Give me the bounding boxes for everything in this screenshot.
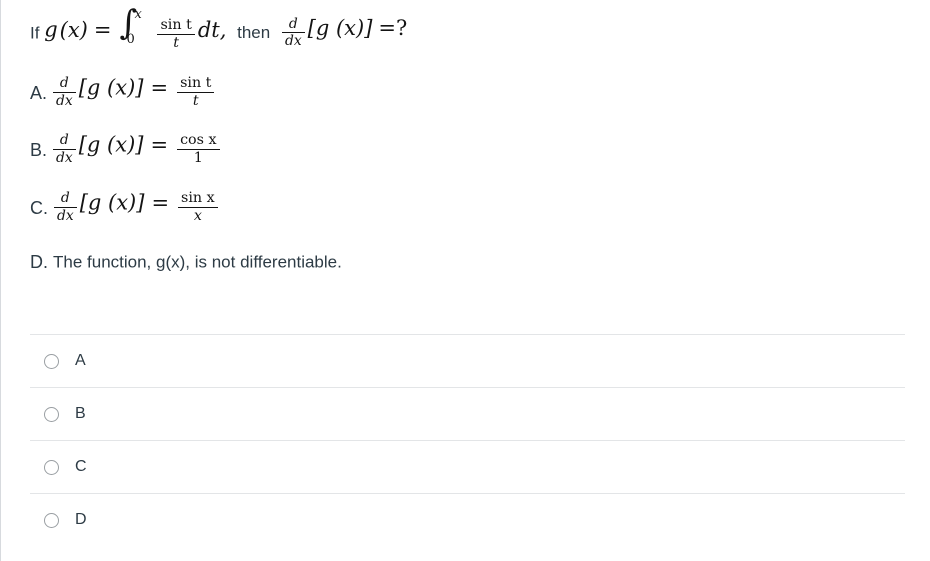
option-c-result-denominator: x (193, 208, 202, 225)
option-c-bracketed-function: [g (x)] (79, 190, 145, 215)
option-b-derivative-denominator: dx (56, 150, 73, 167)
option-c-derivative-operator: d dx (54, 191, 77, 223)
option-b-result-fraction: cos x1 (177, 132, 220, 167)
integral-lower-limit: 0 (126, 32, 135, 47)
differential: dt, (197, 17, 227, 42)
derivative-operator: d dx (281, 17, 305, 50)
option-b-bracketed-function: [g (x)] (78, 132, 144, 157)
option-b-equals: = (150, 132, 169, 157)
then-word: then (237, 23, 271, 43)
option-c: C. d dx [g (x)] = sin xx (30, 190, 220, 225)
integral-symbol: ∫ x 0 (119, 6, 145, 48)
option-a-result-fraction: sin tt (177, 75, 215, 110)
option-a-derivative-operator: d dx (53, 76, 76, 108)
option-c-result-fraction: sin xx (178, 190, 218, 225)
option-c-derivative-denominator: dx (57, 208, 74, 225)
option-c-letter: C. (30, 197, 48, 218)
derivative-denominator: dx (284, 33, 302, 50)
integrand-numerator: sin t (157, 17, 195, 36)
integral-upper-limit: x (134, 7, 142, 22)
radio-button-c[interactable] (44, 459, 59, 475)
answer-label-a: A (75, 352, 86, 369)
answer-row-c[interactable]: C (30, 440, 905, 493)
integrand-denominator: t (173, 35, 180, 52)
option-a-derivative-denominator: dx (56, 93, 73, 110)
option-b-math: d dx [g (x)] = cos x1 (52, 132, 222, 167)
function-argument: (x) (59, 17, 88, 42)
option-c-result-numerator: sin x (178, 190, 218, 209)
option-c-derivative-numerator: d (54, 191, 77, 209)
option-b: B. d dx [g (x)] = cos x1 (30, 132, 222, 167)
integrand-fraction: sin tt (157, 17, 195, 52)
answer-row-b[interactable]: B (30, 387, 905, 440)
option-b-derivative-numerator: d (53, 133, 76, 151)
answer-row-d[interactable]: D (30, 493, 905, 546)
answer-label-c: C (75, 458, 87, 475)
answer-row-a[interactable]: A (30, 334, 905, 387)
option-d: D. The function, g(x), is not differentia… (30, 253, 342, 271)
question-math-expression: g(x) = ∫ x 0 sin t t dt, (44, 6, 227, 52)
answer-label-b: B (75, 405, 86, 422)
function-name: g (44, 17, 58, 42)
option-b-letter: B. (30, 139, 48, 160)
question-prefix: If (30, 23, 40, 43)
option-a-derivative-numerator: d (53, 76, 76, 94)
option-d-text: The function, g(x), is not differentiabl… (53, 252, 342, 272)
equals-sign: = (93, 17, 112, 42)
radio-button-b[interactable] (44, 406, 59, 422)
question-derivative-expression: d dx [g (x)] =? (281, 17, 407, 49)
option-b-result-denominator: 1 (193, 150, 203, 167)
option-a: A. d dx [g (x)] = sin tt (30, 75, 216, 110)
radio-button-d[interactable] (44, 512, 59, 528)
option-c-math: d dx [g (x)] = sin xx (53, 190, 220, 225)
option-a-equals: = (150, 75, 169, 100)
option-a-result-denominator: t (192, 93, 199, 110)
answer-label-d: D (75, 511, 87, 528)
option-b-result-numerator: cos x (177, 132, 220, 151)
quiz-question-panel: If g(x) = ∫ x 0 sin t t dt, then d dx [g (x)] =? A… (0, 0, 930, 561)
question-stem: If g(x) = ∫ x 0 sin t t dt, then d dx [g (x)] =? (30, 6, 407, 52)
radio-button-a[interactable] (44, 353, 59, 369)
option-b-derivative-operator: d dx (53, 133, 76, 165)
option-a-letter: A. (30, 82, 48, 103)
option-a-math: d dx [g (x)] = sin tt (52, 75, 216, 110)
option-c-equals: = (151, 190, 170, 215)
derivative-numerator: d (281, 17, 305, 34)
question-tail: =? (378, 15, 408, 40)
option-a-result-numerator: sin t (177, 75, 215, 94)
option-a-bracketed-function: [g (x)] (78, 75, 144, 100)
option-d-letter: D. (30, 252, 48, 272)
derivative-bracketed-function: [g (x)] (307, 15, 373, 40)
answer-choice-list: A B C D (30, 334, 905, 546)
